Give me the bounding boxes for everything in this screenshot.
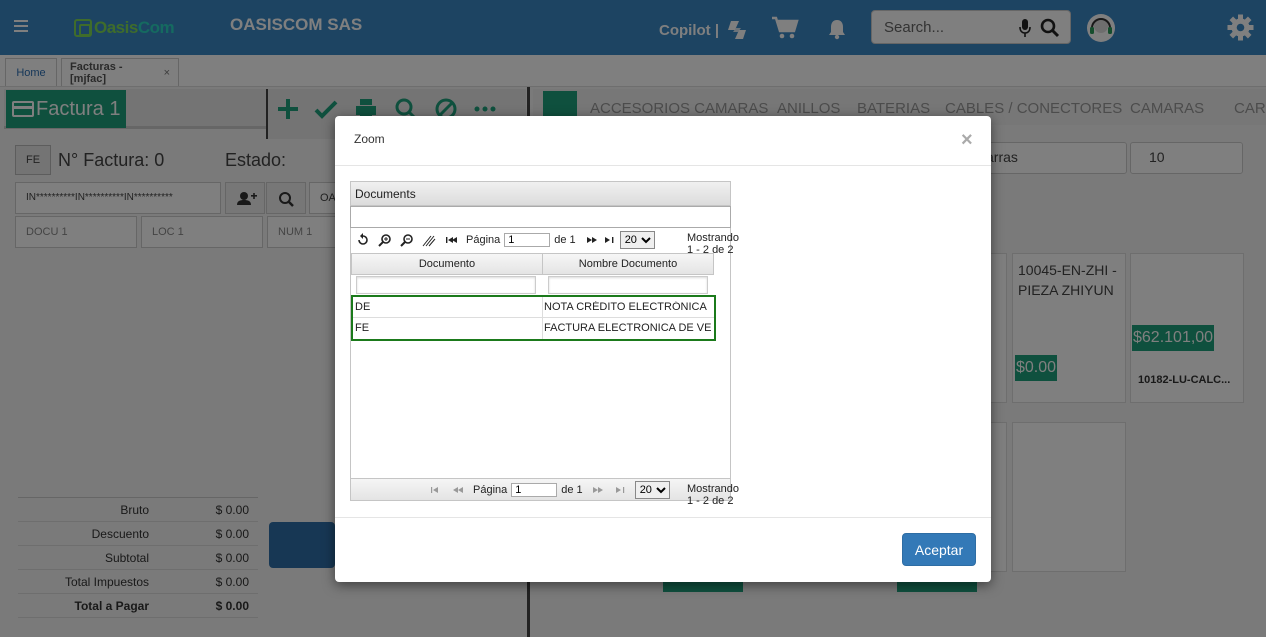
page-size-dropdown[interactable]: 20 [634,480,670,499]
prev-page-icon[interactable] [451,483,465,497]
zoom-in-icon[interactable] [378,233,392,247]
page-label: Página [473,483,508,496]
row-name: NOTA CRÉDITO ELECTRÓNICA [544,301,707,313]
page-input[interactable] [511,482,558,497]
last-page-icon[interactable] [613,483,627,497]
top-pager: Página de 1 20 [356,229,734,251]
page-input[interactable] [504,233,551,247]
row-code: DE [355,301,371,313]
record-count: Mostrando 1 - 2 de 2 [687,483,739,507]
close-icon[interactable]: × [961,129,973,152]
zoom-dialog: Zoom × Documents Página de 1 20 Mostrand… [335,116,991,582]
column-header-nombre[interactable]: Nombre Documento [542,253,714,275]
zoom-out-icon[interactable] [400,233,414,247]
page-label: Página [466,234,501,246]
row-name: FACTURA ELECTRONICA DE VE [544,322,712,334]
last-page-icon[interactable] [602,233,616,247]
nombre-filter-input[interactable] [548,276,708,294]
clear-filter-icon[interactable] [422,233,436,247]
documents-grid: Documents Página de 1 20 Mostrando 1 - 2… [350,181,739,507]
grid-caption: Documents [351,182,730,206]
column-header-documento[interactable]: Documento [351,253,543,275]
accept-button[interactable]: Aceptar [902,533,976,566]
row-code: FE [355,322,370,334]
page-of-label: de 1 [554,234,576,246]
table-row[interactable]: DE NOTA CRÉDITO ELECTRÓNICA [353,297,714,318]
page-size-dropdown[interactable]: 20 [619,231,655,249]
selected-rows: DE NOTA CRÉDITO ELECTRÓNICA FE FACTURA E… [351,295,716,341]
refresh-icon[interactable] [356,233,370,247]
first-page-icon[interactable] [429,483,443,497]
table-row[interactable]: FE FACTURA ELECTRONICA DE VE [353,318,714,339]
page-of-label: de 1 [561,483,583,496]
documento-filter-input[interactable] [356,276,536,294]
next-page-icon[interactable] [591,483,605,497]
grid-search-input[interactable] [350,206,731,228]
first-page-icon[interactable] [444,233,458,247]
dialog-title: Zoom [354,132,385,146]
next-page-icon[interactable] [584,233,598,247]
bottom-pager: Página de 1 20 [351,478,730,500]
divider [335,517,991,518]
divider [335,165,991,166]
